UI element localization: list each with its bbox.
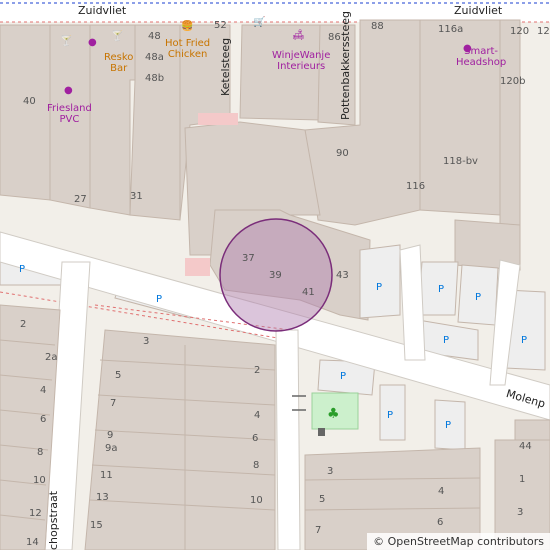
house-number: 2 [254, 365, 261, 376]
parking-icon: P [438, 284, 445, 295]
house-number: 31 [130, 191, 143, 202]
poi-winjewanje[interactable]: WinjeWanje Interieurs [272, 50, 330, 72]
house-number: 12 [29, 508, 42, 519]
house-number: 39 [269, 270, 282, 281]
house-number: 88 [371, 21, 384, 32]
map[interactable]: ♣ Zuidvliet Zuidvliet Ketelsteeg Pottenb… [0, 0, 550, 550]
house-number: 44 [519, 441, 532, 452]
house-number: 120 [537, 26, 550, 37]
house-number: 90 [336, 148, 349, 159]
house-number: 86 [328, 32, 341, 43]
house-number: 37 [242, 253, 255, 264]
house-number: 5 [115, 370, 122, 381]
parking-icon: P [19, 264, 26, 275]
poi-dot-friesland: ● [64, 85, 73, 96]
house-number: 118-bv [443, 156, 478, 167]
house-number: 4 [438, 486, 445, 497]
house-number: 4 [254, 410, 261, 421]
house-number: 7 [315, 525, 322, 536]
poi-smart-headshop[interactable]: Smart- Headshop [456, 46, 506, 68]
parking-icon: P [521, 335, 528, 346]
house-number: 5 [319, 494, 326, 505]
house-number: 6 [40, 414, 47, 425]
house-number: 2a [45, 352, 58, 363]
attribution-text[interactable]: © OpenStreetMap contributors [373, 535, 544, 548]
parking-icon: P [387, 410, 394, 421]
house-number: 1 [519, 474, 526, 485]
house-number: 8 [253, 460, 260, 471]
furniture-icon: 🛋 [292, 30, 305, 41]
house-number: 13 [96, 492, 109, 503]
parking-icon: P [376, 282, 383, 293]
parking-icon: P [340, 371, 347, 382]
house-number: 43 [336, 270, 349, 281]
parking-icon: P [156, 294, 163, 305]
svg-text:♣: ♣ [327, 406, 340, 422]
fastfood-icon: 🍔 [181, 21, 194, 32]
street-zuidvliet-right: Zuidvliet [454, 4, 503, 17]
street-ketelsteeg: Ketelsteeg [219, 37, 232, 96]
street-pottenbakkerssteeg: Pottenbakkerssteeg [339, 11, 352, 120]
house-number: 52 [214, 20, 227, 31]
house-number: 9 [107, 430, 114, 441]
house-number: 120 [510, 26, 530, 37]
parking-icon: P [443, 335, 450, 346]
street-bisschopstraat: chopstraat [47, 490, 60, 550]
house-number: 41 [302, 287, 315, 298]
house-number: 3 [327, 466, 334, 477]
house-number: 48a [145, 52, 164, 63]
house-number: 10 [250, 495, 263, 506]
parking-icon: P [445, 420, 452, 431]
house-number: 40 [23, 96, 36, 107]
attribution[interactable]: © OpenStreetMap contributors [367, 533, 550, 550]
shop-cart-icon: 🛒 [253, 17, 266, 28]
house-number: 8 [37, 447, 44, 458]
house-number: 116 [406, 181, 426, 192]
house-number: 3 [143, 336, 150, 347]
house-number: 120b [500, 76, 526, 87]
house-number: 14 [26, 537, 39, 548]
poi-friesland-pvc[interactable]: Friesland PVC [47, 103, 92, 125]
poi-hot-fried-chicken[interactable]: Hot Fried Chicken [165, 38, 210, 60]
poi-dot: ● [88, 37, 97, 48]
house-number: 4 [40, 385, 47, 396]
house-number: 27 [74, 194, 87, 205]
house-number: 3 [517, 507, 524, 518]
house-number: 15 [90, 520, 103, 531]
street-zuidvliet-left: Zuidvliet [78, 4, 127, 17]
house-number: 6 [252, 433, 259, 444]
house-number: 6 [437, 517, 444, 528]
house-number: 48 [148, 31, 161, 42]
house-number: 10 [33, 475, 46, 486]
house-number: 48b [145, 73, 165, 84]
house-number: 116a [438, 24, 464, 35]
parking-icon: P [475, 292, 482, 303]
house-number: 11 [100, 470, 113, 481]
house-number: 9a [105, 443, 118, 454]
bar-icon: 🍸 [111, 31, 124, 42]
house-number: 7 [110, 398, 117, 409]
house-number: 2 [20, 319, 27, 330]
poi-icon-cocktail: 🍸 [60, 36, 73, 47]
poi-resko-bar[interactable]: Resko Bar [104, 52, 133, 74]
